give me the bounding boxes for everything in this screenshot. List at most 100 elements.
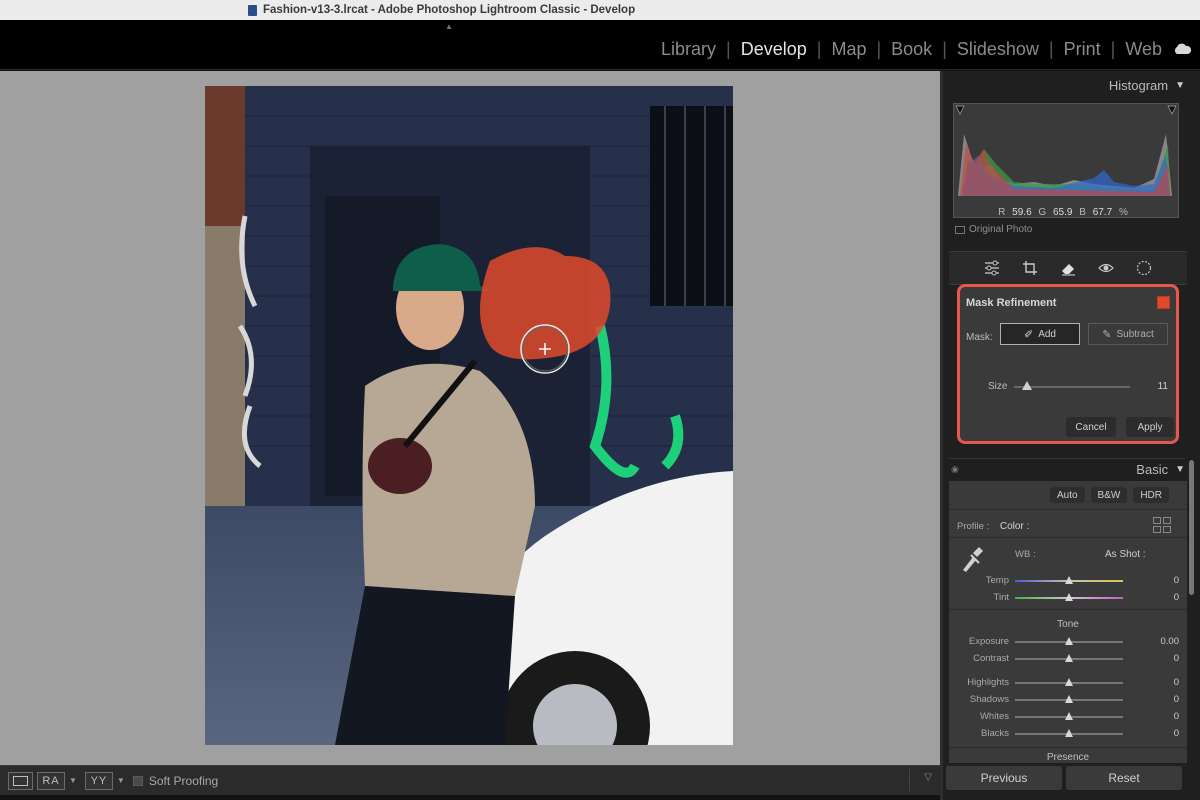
original-photo-toggle[interactable]: Original Photo — [955, 224, 1032, 235]
temp-value[interactable]: 0 — [1174, 575, 1179, 586]
profile-browser-icon[interactable] — [1153, 517, 1171, 533]
brush-add-icon: ✐ — [1023, 328, 1034, 341]
masking-icon[interactable] — [1136, 260, 1152, 276]
basic-panel-header[interactable]: Basic ▼ — [949, 458, 1185, 480]
r-value: 59.6 — [1012, 207, 1032, 218]
cancel-button[interactable]: Cancel — [1066, 417, 1116, 437]
collapse-triangle-icon[interactable]: ▼ — [1175, 464, 1185, 475]
wb-select[interactable]: As Shot : — [1105, 549, 1146, 560]
module-map[interactable]: Map — [829, 39, 868, 60]
shadows-slider[interactable] — [1015, 695, 1123, 703]
blacks-slider-row[interactable]: Blacks 0 — [949, 728, 1187, 740]
histogram-graph[interactable] — [953, 103, 1179, 218]
blacks-thumb[interactable] — [1065, 729, 1073, 737]
temp-thumb[interactable] — [1065, 576, 1073, 584]
cloud-icon[interactable] — [1172, 42, 1192, 55]
mask-subtract-label: Subtract — [1116, 328, 1154, 340]
yy-dropdown-icon[interactable]: ▼ — [117, 776, 125, 785]
photo-preview[interactable] — [205, 86, 733, 745]
module-separator: | — [726, 39, 731, 59]
crop-icon[interactable] — [1022, 260, 1038, 276]
auto-button[interactable]: Auto — [1049, 487, 1085, 503]
tool-strip — [949, 251, 1187, 285]
overlay-color-swatch[interactable] — [1157, 296, 1170, 309]
window-title: Fashion-v13-3.lrcat - Adobe Photoshop Li… — [263, 4, 636, 16]
whites-slider-row[interactable]: Whites 0 — [949, 711, 1187, 723]
profile-label: Profile : — [957, 521, 990, 532]
lightroom-window: Fashion-v13-3.lrcat - Adobe Photoshop Li… — [0, 0, 1200, 800]
exposure-slider[interactable] — [1015, 637, 1123, 645]
module-separator: | — [1048, 39, 1054, 59]
right-panel-scrollbar[interactable] — [1189, 460, 1194, 595]
size-slider[interactable] — [1014, 381, 1130, 390]
mask-refinement-panel: Mask Refinement Mask: ✐ Add ✎ Subtract S… — [957, 284, 1179, 444]
apply-button[interactable]: Apply — [1126, 417, 1174, 437]
size-value[interactable]: 11 — [1158, 381, 1168, 392]
shadows-thumb[interactable] — [1065, 695, 1073, 703]
blacks-slider[interactable] — [1015, 729, 1123, 737]
collapse-top-panel-icon[interactable]: ▲ — [445, 22, 453, 31]
histogram-header[interactable]: Histogram ▼ — [949, 73, 1185, 97]
module-library[interactable]: Library — [659, 39, 718, 60]
image-canvas[interactable] — [0, 71, 940, 765]
exposure-thumb[interactable] — [1065, 637, 1073, 645]
exposure-slider-row[interactable]: Exposure 0.00 — [949, 636, 1187, 648]
blacks-value[interactable]: 0 — [1174, 728, 1179, 739]
highlights-label: Highlights — [967, 677, 1009, 688]
previous-button[interactable]: Previous — [946, 766, 1062, 790]
reset-button[interactable]: Reset — [1066, 766, 1182, 790]
document-icon — [248, 4, 257, 16]
shadows-slider-row[interactable]: Shadows 0 — [949, 694, 1187, 706]
module-web[interactable]: Web — [1123, 39, 1164, 60]
red-eye-icon[interactable] — [1098, 260, 1114, 276]
module-slideshow[interactable]: Slideshow — [955, 39, 1041, 60]
mask-subtract-button[interactable]: ✎ Subtract — [1088, 323, 1168, 345]
hdr-button[interactable]: HDR — [1133, 487, 1169, 503]
contrast-slider[interactable] — [1015, 654, 1123, 662]
module-separator: | — [1110, 39, 1116, 59]
temp-slider-row[interactable]: Temp 0 — [949, 575, 1187, 587]
whites-thumb[interactable] — [1065, 712, 1073, 720]
contrast-slider-row[interactable]: Contrast 0 — [949, 653, 1187, 665]
eraser-icon[interactable] — [1060, 260, 1076, 276]
treatment-buttons: Auto B&W HDR — [1049, 487, 1169, 503]
module-book[interactable]: Book — [889, 39, 934, 60]
mask-add-button[interactable]: ✐ Add — [1000, 323, 1080, 345]
highlights-slider[interactable] — [1015, 678, 1123, 686]
size-slider-thumb[interactable] — [1021, 381, 1032, 390]
bw-button[interactable]: B&W — [1090, 487, 1128, 503]
before-after-ra-button[interactable]: RA — [37, 771, 65, 790]
basic-panel: Auto B&W HDR Profile : Color : WB : As S… — [949, 481, 1187, 763]
collapse-triangle-icon[interactable]: ▼ — [1175, 80, 1185, 91]
tint-thumb[interactable] — [1065, 593, 1073, 601]
highlights-slider-row[interactable]: Highlights 0 — [949, 677, 1187, 689]
temp-label: Temp — [985, 575, 1009, 586]
highlights-thumb[interactable] — [1065, 678, 1073, 686]
loupe-view-button[interactable] — [8, 771, 33, 790]
toolbar-menu-icon[interactable]: ▽ — [924, 772, 932, 783]
tint-value[interactable]: 0 — [1174, 592, 1179, 603]
before-after-dropdown-icon[interactable]: ▼ — [69, 776, 77, 785]
original-photo-icon — [955, 225, 965, 234]
wb-label: WB : — [1015, 549, 1036, 560]
profile-select[interactable]: Color : — [1000, 521, 1029, 532]
highlights-value[interactable]: 0 — [1174, 677, 1179, 688]
edit-sliders-icon[interactable] — [984, 260, 1000, 276]
soft-proofing-checkbox[interactable] — [132, 775, 143, 786]
module-develop[interactable]: Develop — [739, 39, 809, 60]
contrast-thumb[interactable] — [1065, 654, 1073, 662]
original-photo-label: Original Photo — [969, 224, 1033, 235]
mask-label: Mask: — [966, 332, 993, 343]
before-after-yy-button[interactable]: YY — [84, 771, 113, 790]
divider — [949, 747, 1187, 748]
exposure-value[interactable]: 0.00 — [1161, 636, 1180, 647]
shadows-value[interactable]: 0 — [1174, 694, 1179, 705]
whites-slider[interactable] — [1015, 712, 1123, 720]
tint-slider[interactable] — [1015, 593, 1123, 601]
tint-slider-row[interactable]: Tint 0 — [949, 592, 1187, 604]
whites-value[interactable]: 0 — [1174, 711, 1179, 722]
contrast-value[interactable]: 0 — [1174, 653, 1179, 664]
wb-eyedropper-icon[interactable] — [959, 543, 985, 573]
module-print[interactable]: Print — [1062, 39, 1103, 60]
temp-slider[interactable] — [1015, 576, 1123, 584]
